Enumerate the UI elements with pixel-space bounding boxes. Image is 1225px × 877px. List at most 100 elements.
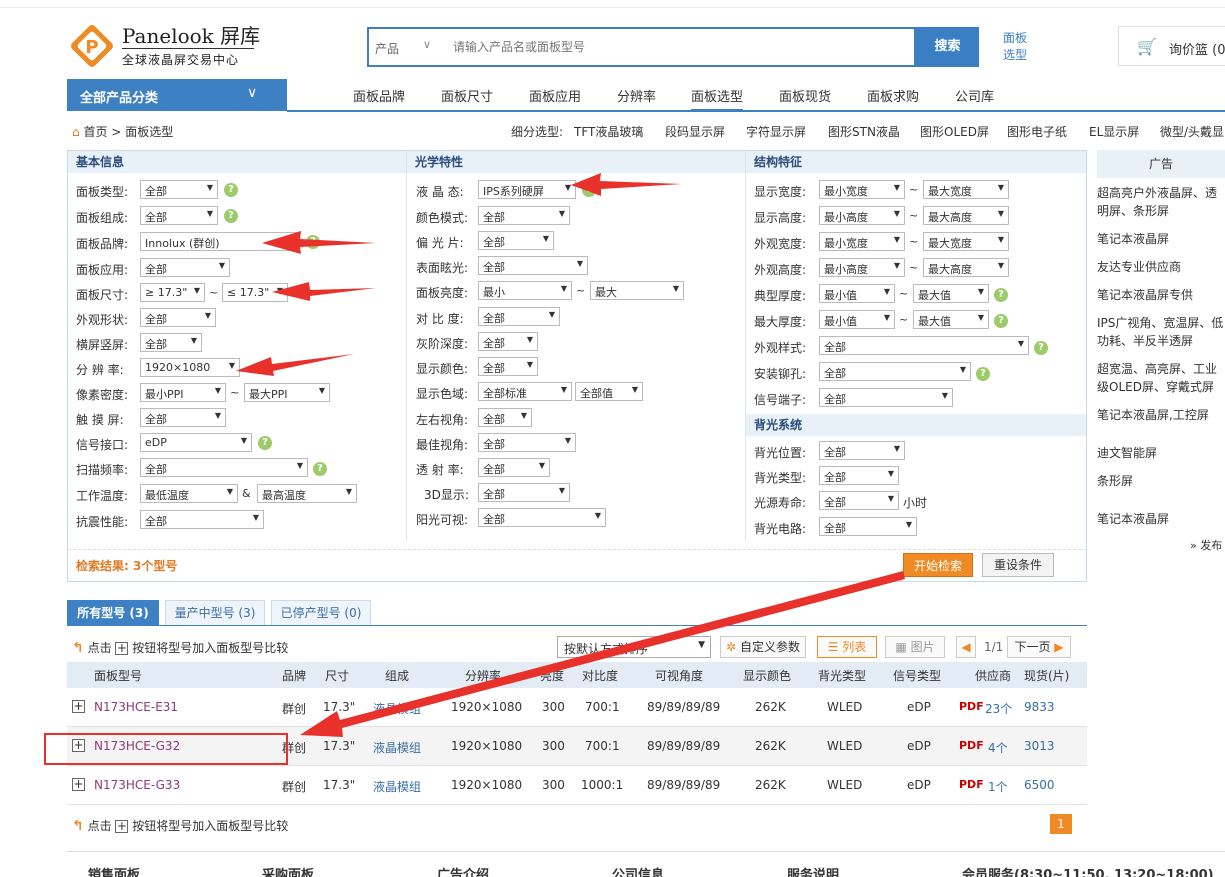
footer-member[interactable]: 会员服务(8:30~11:50, 13:20~18:00) <box>962 864 1214 877</box>
image-view-button[interactable]: ▦ 图片 <box>885 636 945 658</box>
brightness-min-select[interactable]: 最小 ▼ <box>478 281 572 300</box>
custom-params-button[interactable]: ✲ 自定义参数 <box>720 636 806 658</box>
sunlight-select[interactable]: 全部 ▼ <box>478 508 606 527</box>
help-icon[interactable]: ? <box>224 183 238 197</box>
nav-resolution[interactable]: 分辨率 <box>617 86 656 105</box>
outer-width-max[interactable]: 最大宽度 ▼ <box>923 232 1009 251</box>
inquiry-cart[interactable]: 🛒 询价篮 (0 <box>1118 26 1225 66</box>
nav-panel-brand[interactable]: 面板品牌 <box>353 86 405 105</box>
all-categories-menu[interactable]: 全部产品分类 ∨ <box>67 79 287 111</box>
gray-select[interactable]: 全部 ▼ <box>478 332 538 351</box>
outer-height-min[interactable]: 最小高度 ▼ <box>819 258 905 277</box>
3d-select[interactable]: 全部 ▼ <box>478 483 570 502</box>
help-icon[interactable]: ? <box>994 288 1008 302</box>
breadcrumb-home[interactable]: 首页 <box>83 125 107 139</box>
model-link[interactable]: N173HCE-E31 <box>94 700 178 714</box>
max-thick-max[interactable]: 最大值 ▼ <box>913 310 989 329</box>
logo[interactable]: P Panelook 屏库 全球液晶屏交易中心 <box>68 18 260 74</box>
cell-composition[interactable]: 液晶模组 <box>373 700 421 717</box>
subselect-segment[interactable]: 段码显示屏 <box>665 123 725 140</box>
resolution-select[interactable]: 1920×1080 ▼ <box>140 358 240 377</box>
disp-height-min[interactable]: 最小高度 ▼ <box>819 206 905 225</box>
shock-select[interactable]: 全部 ▼ <box>140 510 264 529</box>
prev-page-button[interactable]: ◀ <box>956 636 976 658</box>
ad-item[interactable]: 笔记本液晶屏 <box>1097 230 1225 248</box>
nav-panel-size[interactable]: 面板尺寸 <box>441 86 493 105</box>
ad-item[interactable]: 笔记本液晶屏专供 <box>1097 286 1225 304</box>
bl-position-select[interactable]: 全部 ▼ <box>819 441 905 460</box>
ad-item[interactable]: 超宽温、高亮屏、工业级OLED屏、穿戴式屏 <box>1097 360 1225 396</box>
scan-select[interactable]: 全部 ▼ <box>140 458 308 477</box>
gamut-value-select[interactable]: 全部值 ▼ <box>575 382 643 401</box>
panel-app-select[interactable]: 全部 ▼ <box>140 258 230 277</box>
panel-selection-link[interactable]: 面板选型 <box>1003 30 1033 64</box>
polarizer-select[interactable]: 全部 ▼ <box>478 231 554 250</box>
gamut-std-select[interactable]: 全部标准 ▼ <box>478 382 572 401</box>
footer-service[interactable]: 服务说明 <box>787 864 839 877</box>
subselect-stn[interactable]: 图形STN液晶 <box>828 123 900 140</box>
temp-min-select[interactable]: 最低温度 ▼ <box>140 484 238 503</box>
tab-in-production[interactable]: 量产中型号 (3) <box>165 600 265 626</box>
subselect-epaper[interactable]: 图形电子纸 <box>1007 123 1067 140</box>
footer-ads[interactable]: 广告介绍 <box>437 864 489 877</box>
help-icon[interactable]: ? <box>306 235 320 249</box>
search-category[interactable]: 产品 <box>375 40 399 57</box>
list-view-button[interactable]: ☰ 列表 <box>817 636 877 658</box>
expand-icon[interactable]: + <box>72 777 85 791</box>
panel-type-select[interactable]: 全部 ▼ <box>140 180 218 199</box>
cell-stock[interactable]: 6500 <box>1024 778 1055 792</box>
brightness-max-select[interactable]: 最大 ▼ <box>590 281 684 300</box>
pdf-icon[interactable]: PDF <box>959 739 984 752</box>
home-icon[interactable]: ⌂ <box>72 125 80 139</box>
ad-release-link[interactable]: » 发布 <box>1190 537 1222 553</box>
help-icon[interactable]: ? <box>224 209 238 223</box>
help-icon[interactable]: ? <box>313 462 327 476</box>
reset-button[interactable]: 重设条件 <box>982 553 1054 577</box>
temp-max-select[interactable]: 最高温度 ▼ <box>257 484 357 503</box>
panel-brand-select[interactable]: Innolux (群创) ▼ <box>140 232 300 251</box>
transmittance-select[interactable]: 全部 ▼ <box>478 458 550 477</box>
nav-panel-demand[interactable]: 面板求购 <box>867 86 919 105</box>
max-thick-min[interactable]: 最小值 ▼ <box>819 310 895 329</box>
ad-item[interactable]: 友达专业供应商 <box>1097 258 1225 276</box>
footer-buy[interactable]: 采购面板 <box>262 864 314 877</box>
cell-composition[interactable]: 液晶模组 <box>373 739 421 756</box>
nav-company-db[interactable]: 公司库 <box>955 86 994 105</box>
pdf-icon[interactable]: PDF <box>959 778 984 791</box>
help-icon[interactable]: ? <box>258 436 272 450</box>
typ-thick-max[interactable]: 最大值 ▼ <box>913 284 989 303</box>
bl-circuit-select[interactable]: 全部 ▼ <box>819 517 917 536</box>
next-page-button[interactable]: 下一页 ▶ <box>1007 636 1071 658</box>
cell-stock[interactable]: 9833 <box>1024 700 1055 714</box>
ad-item[interactable]: 超高亮户外液晶屏、透明屏、条形屏 <box>1097 184 1225 220</box>
chevron-down-icon[interactable]: ∨ <box>423 38 431 51</box>
subselect-character[interactable]: 字符显示屏 <box>746 123 806 140</box>
cell-stock[interactable]: 3013 <box>1024 739 1055 753</box>
color-mode-select[interactable]: 全部 ▼ <box>478 206 570 225</box>
outer-height-max[interactable]: 最大高度 ▼ <box>923 258 1009 277</box>
ppi-min-select[interactable]: 最小PPI ▼ <box>140 383 226 402</box>
page-number-button[interactable]: 1 <box>1050 814 1072 834</box>
ad-item[interactable]: 迪文智能屏 <box>1097 444 1225 462</box>
tab-all-models[interactable]: 所有型号 (3) <box>67 600 159 626</box>
touch-select[interactable]: 全部 ▼ <box>140 408 226 427</box>
cell-composition[interactable]: 液晶模组 <box>373 778 421 795</box>
sort-select[interactable]: 按默认方式排序 ▼ <box>557 636 711 658</box>
nav-panel-selection[interactable]: 面板选型 <box>691 86 744 111</box>
outer-width-min[interactable]: 最小宽度 ▼ <box>819 232 905 251</box>
glare-select[interactable]: 全部 ▼ <box>478 256 588 275</box>
size-max-select[interactable]: ≤ 17.3" ▼ <box>222 283 288 302</box>
size-min-select[interactable]: ≥ 17.3" ▼ <box>140 283 205 302</box>
search-input[interactable] <box>453 35 893 59</box>
contrast-select[interactable]: 全部 ▼ <box>478 307 560 326</box>
lr-view-select[interactable]: 全部 ▼ <box>478 408 532 427</box>
panel-comp-select[interactable]: 全部 ▼ <box>140 206 218 225</box>
help-icon[interactable]: ? <box>1034 341 1048 355</box>
help-icon[interactable]: ? <box>582 183 596 197</box>
cell-supplier[interactable]: 4个 <box>988 739 1008 756</box>
ad-item[interactable]: IPS广视角、宽温屏、低功耗、半反半透屏 <box>1097 314 1225 350</box>
pdf-icon[interactable]: PDF <box>959 700 984 713</box>
ad-item[interactable]: 笔记本液晶屏,工控屏 <box>1097 406 1225 424</box>
best-view-select[interactable]: 全部 ▼ <box>478 433 576 452</box>
subselect-tft[interactable]: TFT液晶玻璃 <box>574 123 643 140</box>
